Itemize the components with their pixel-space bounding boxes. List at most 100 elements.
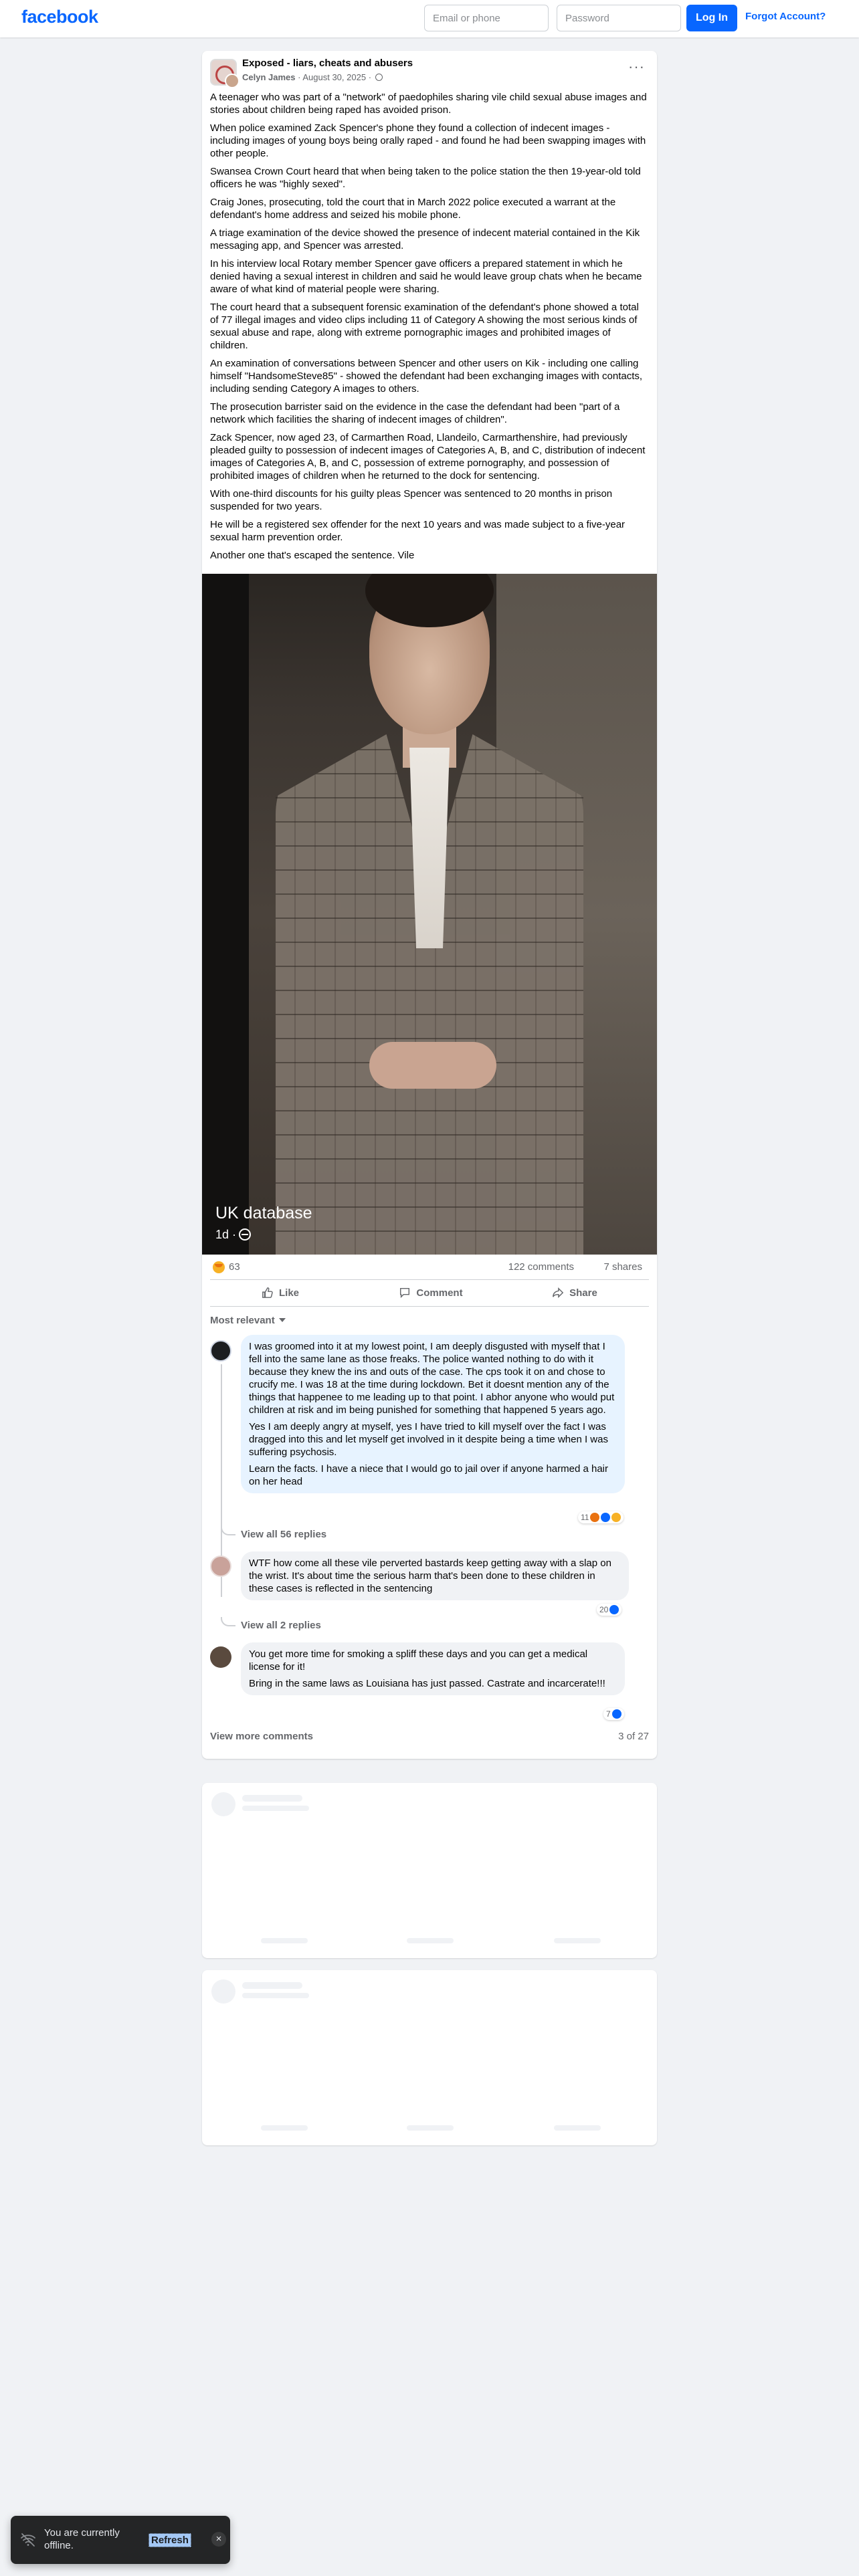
- placeholder-action: [554, 2125, 601, 2131]
- group-name[interactable]: Exposed - liars, cheats and abusers: [242, 58, 413, 69]
- post-meta: Celyn James · August 30, 2025 ·: [242, 72, 383, 82]
- chevron-down-icon: [278, 1318, 286, 1322]
- commenter-avatar[interactable]: [210, 1555, 231, 1577]
- comment-text: I was groomed into it at my lowest point…: [249, 1341, 615, 1416]
- view-replies-link[interactable]: View all 2 replies: [241, 1620, 321, 1631]
- care-reaction-icon: [611, 1513, 622, 1522]
- like-button[interactable]: Like: [210, 1280, 351, 1305]
- offline-message: You are currently offline.: [44, 2527, 120, 2551]
- placeholder-avatar: [211, 1979, 235, 2004]
- post-paragraph: He will be a registered sex offender for…: [210, 519, 626, 543]
- refresh-button[interactable]: Refresh: [149, 2533, 191, 2547]
- sort-label: Most relevant: [210, 1315, 275, 1326]
- comment-bubble-icon: [400, 1287, 410, 1299]
- post-paragraph: Zack Spencer, now aged 23, of Carmarthen…: [210, 432, 646, 481]
- email-field[interactable]: [424, 5, 549, 31]
- share-arrow-icon: [553, 1287, 564, 1299]
- post-paragraph: The court heard that a subsequent forens…: [210, 302, 639, 351]
- facebook-logo[interactable]: facebook: [21, 7, 98, 27]
- top-bar: facebook Log In Forgot Account?: [0, 0, 859, 37]
- post-text: A teenager who was part of a "network" o…: [202, 90, 657, 574]
- post-paragraph: Swansea Crown Court heard that when bein…: [210, 166, 641, 190]
- reaction-summary: 63 122 comments 7 shares: [210, 1255, 649, 1280]
- wifi-off-icon: [21, 2533, 35, 2547]
- placeholder-avatar: [211, 1792, 235, 1816]
- placeholder-action: [407, 2125, 454, 2131]
- post-header: Exposed - liars, cheats and abusers Cely…: [202, 51, 657, 90]
- comment-bubble: I was groomed into it at my lowest point…: [241, 1335, 625, 1493]
- placeholder-action: [261, 2125, 308, 2131]
- comments-section: I was groomed into it at my lowest point…: [202, 1331, 657, 1759]
- sort-dropdown[interactable]: Most relevant: [210, 1315, 286, 1326]
- placeholder-line: [242, 1806, 309, 1811]
- offline-toast: You are currently offline. Refresh ×: [11, 2516, 230, 2564]
- post-paragraph: Craig Jones, prosecuting, told the court…: [210, 197, 616, 221]
- comment-label: Comment: [416, 1287, 463, 1299]
- comment-text: You get more time for smoking a spliff t…: [249, 1648, 588, 1673]
- placeholder-line: [242, 1982, 302, 1989]
- commenter-avatar[interactable]: [210, 1340, 231, 1362]
- angry-reaction-icon: [590, 1513, 600, 1522]
- reaction-count[interactable]: 63: [229, 1261, 240, 1273]
- author-name[interactable]: Celyn James: [242, 72, 296, 82]
- reply-connector: [221, 1526, 235, 1535]
- comment-reaction-count: 11: [581, 1513, 589, 1522]
- photo-dark-figure: [202, 574, 249, 1255]
- view-more-comments-link[interactable]: View more comments: [210, 1731, 313, 1742]
- comment-count[interactable]: 122 comments: [508, 1261, 574, 1273]
- like-reaction-icon: [611, 1709, 622, 1719]
- comment-text: Yes I am deeply angry at myself, yes I h…: [249, 1421, 608, 1458]
- post-paragraph: In his interview local Rotary member Spe…: [210, 258, 642, 295]
- password-field[interactable]: [557, 5, 681, 31]
- post-paragraph: The prosecution barrister said on the ev…: [210, 401, 620, 425]
- comment-button[interactable]: Comment: [361, 1280, 501, 1305]
- thumbs-up-icon: [262, 1287, 273, 1298]
- meta-separator: ·: [368, 72, 374, 82]
- login-button[interactable]: Log In: [686, 5, 737, 31]
- comment-reaction-count: 7: [606, 1709, 611, 1719]
- more-options-button[interactable]: ···: [628, 60, 645, 74]
- post-paragraph: A triage examination of the device showe…: [210, 227, 640, 251]
- comment-sort[interactable]: Most relevant: [210, 1311, 649, 1331]
- post-paragraph: An examination of conversations between …: [210, 358, 643, 395]
- forgot-account-link[interactable]: Forgot Account?: [745, 11, 826, 22]
- photo-caption-title: UK database: [215, 1204, 312, 1222]
- like-label: Like: [278, 1287, 299, 1299]
- post-paragraph: Another one that's escaped the sentence.…: [210, 550, 415, 561]
- post-date[interactable]: August 30, 2025: [302, 72, 366, 82]
- like-reaction-icon: [601, 1513, 611, 1522]
- comment-reactions[interactable]: 7: [603, 1708, 624, 1720]
- comment-page-indicator: 3 of 27: [618, 1731, 649, 1742]
- photo-hands: [369, 1042, 496, 1089]
- angry-reaction-icon[interactable]: [211, 1260, 226, 1275]
- public-globe-icon: [375, 74, 383, 81]
- close-icon[interactable]: ×: [211, 2532, 226, 2547]
- placeholder-action: [554, 1938, 601, 1943]
- comment-reactions[interactable]: 20: [597, 1604, 622, 1616]
- share-label: Share: [569, 1287, 597, 1299]
- post-photo[interactable]: UK database 1d ·: [202, 574, 657, 1255]
- post-paragraph: When police examined Zack Spencer's phon…: [210, 122, 646, 159]
- post-paragraph: A teenager who was part of a "network" o…: [210, 92, 647, 116]
- like-reaction-icon: [609, 1605, 619, 1614]
- view-replies-link[interactable]: View all 56 replies: [241, 1529, 326, 1540]
- placeholder-line: [242, 1795, 302, 1802]
- post-paragraph: With one-third discounts for his guilty …: [210, 488, 613, 512]
- comment-reaction-count: 20: [599, 1605, 609, 1614]
- post-card: Exposed - liars, cheats and abusers Cely…: [202, 51, 657, 1759]
- globe-icon: [239, 1228, 252, 1241]
- comment-bubble: WTF how come all these vile perverted ba…: [241, 1551, 629, 1600]
- author-avatar[interactable]: [225, 74, 240, 88]
- share-count[interactable]: 7 shares: [603, 1261, 642, 1273]
- photo-caption-age: 1d ·: [215, 1228, 237, 1241]
- action-bar: Like Comment Share: [210, 1280, 649, 1307]
- photo-caption-meta: 1d ·: [215, 1228, 252, 1242]
- commenter-avatar[interactable]: [210, 1646, 231, 1668]
- loading-post-placeholder: [202, 1783, 657, 1958]
- comment-bubble: You get more time for smoking a spliff t…: [241, 1642, 625, 1695]
- share-button[interactable]: Share: [504, 1280, 645, 1305]
- loading-post-placeholder: [202, 1970, 657, 2145]
- comment-text: Learn the facts. I have a niece that I w…: [249, 1463, 608, 1487]
- comment-reactions[interactable]: 11: [578, 1511, 624, 1523]
- reply-connector: [221, 1617, 235, 1626]
